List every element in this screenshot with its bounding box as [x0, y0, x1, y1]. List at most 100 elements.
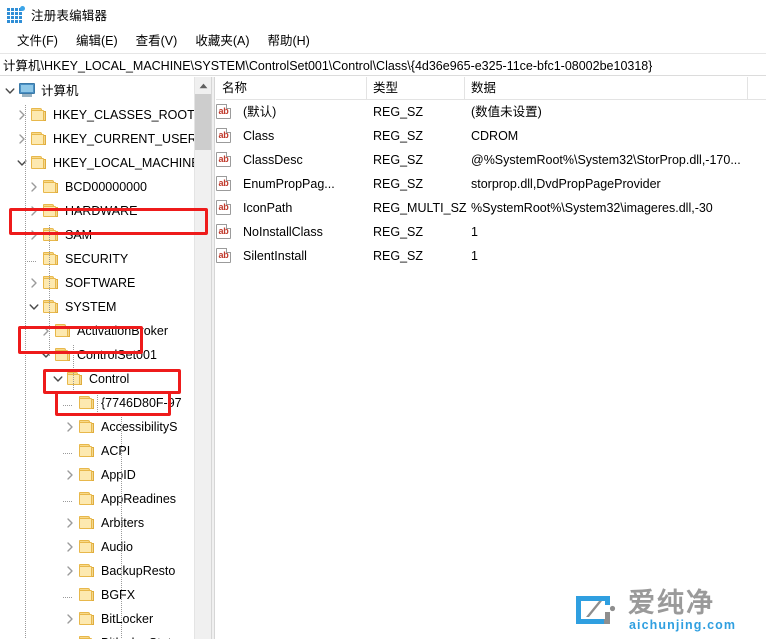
menu-favorites[interactable]: 收藏夹(A)	[186, 28, 258, 52]
folder-icon	[42, 271, 62, 295]
folder-icon	[54, 343, 74, 367]
tree-guide-stub	[63, 597, 73, 598]
registry-path: 计算机\HKEY_LOCAL_MACHINE\SYSTEM\ControlSet…	[3, 59, 653, 73]
chevron-down-icon[interactable]	[38, 343, 54, 367]
folder-icon	[78, 559, 98, 583]
tree-item-label: SAM	[65, 228, 93, 242]
registry-value-row[interactable]: (默认) REG_SZ (数值未设置)	[216, 100, 766, 124]
tree-item-bitlockerstatu[interactable]: BitlockerStatu	[0, 631, 194, 639]
tree-item-bitlocker[interactable]: BitLocker	[0, 607, 194, 631]
tree-item-hkey-current-user[interactable]: HKEY_CURRENT_USER	[0, 127, 197, 151]
tree-item-appid[interactable]: AppID	[0, 463, 194, 487]
chevron-down-icon[interactable]	[14, 151, 30, 175]
folder-icon	[78, 415, 98, 439]
tree-scrollbar-thumb[interactable]	[195, 94, 211, 150]
scroll-up-arrow[interactable]	[195, 77, 211, 94]
registry-value-row[interactable]: EnumPropPag... REG_SZ storprop.dll,DvdProp…	[216, 172, 766, 196]
folder-icon	[30, 103, 50, 127]
pane-splitter[interactable]	[211, 77, 215, 639]
column-header-name[interactable]: 名称	[216, 77, 367, 99]
chevron-right-icon[interactable]	[62, 463, 78, 487]
registry-value-row[interactable]: SilentInstall REG_SZ 1	[216, 244, 766, 268]
tree-item-arbiters[interactable]: Arbiters	[0, 511, 194, 535]
folder-icon	[42, 223, 62, 247]
tree-item-control[interactable]: Control	[0, 367, 194, 391]
registry-tree-pane[interactable]: 计算机 HKEY_CLASSES_ROOT HKEY_CURRENT_USER HKE…	[0, 77, 211, 639]
registry-value-row[interactable]: NoInstallClass REG_SZ 1	[216, 220, 766, 244]
chevron-right-icon[interactable]	[14, 103, 30, 127]
tree-item-software[interactable]: SOFTWARE	[0, 271, 194, 295]
chevron-right-icon[interactable]	[26, 199, 42, 223]
tree-item-controlset001[interactable]: ControlSet001	[0, 343, 194, 367]
menu-help[interactable]: 帮助(H)	[258, 28, 318, 52]
value-type-cell: REG_SZ	[373, 129, 424, 143]
registry-values-list[interactable]: (默认) REG_SZ (数值未设置) Class REG_SZ CDROM ClassDe…	[216, 100, 766, 268]
registry-values-pane[interactable]: 名称 类型 数据 (默认) REG_SZ (数值未设置) Class REG_SZ CDR…	[216, 77, 766, 639]
value-name-cell: NoInstallClass	[243, 225, 323, 239]
menu-view[interactable]: 查看(V)	[127, 28, 187, 52]
chevron-right-icon[interactable]	[26, 175, 42, 199]
column-header-type[interactable]: 类型	[367, 77, 465, 99]
registry-value-row[interactable]: ClassDesc REG_SZ @%SystemRoot%\System32\St…	[216, 148, 766, 172]
folder-icon	[78, 511, 98, 535]
menu-bar: 文件(F) 编辑(E) 查看(V) 收藏夹(A) 帮助(H)	[0, 28, 766, 52]
tree-item-audio[interactable]: Audio	[0, 535, 194, 559]
tree-guide-stub	[63, 453, 73, 454]
title-bar: 注册表编辑器	[0, 0, 766, 28]
address-bar[interactable]: 计算机\HKEY_LOCAL_MACHINE\SYSTEM\ControlSet…	[0, 53, 766, 76]
folder-icon	[78, 391, 98, 415]
chevron-right-icon[interactable]	[14, 127, 30, 151]
tree-item-backupresto[interactable]: BackupResto	[0, 559, 194, 583]
chevron-right-icon[interactable]	[26, 271, 42, 295]
chevron-right-icon[interactable]	[62, 607, 78, 631]
tree-item-label: {7746D80F-97	[101, 396, 182, 410]
value-data-cell: 1	[471, 225, 478, 239]
menu-edit[interactable]: 编辑(E)	[67, 28, 127, 52]
tree-item-[interactable]: 计算机	[0, 79, 194, 103]
menu-file[interactable]: 文件(F)	[8, 28, 67, 52]
tree-item-acpi[interactable]: ACPI	[0, 439, 194, 463]
tree-item-appreadines[interactable]: AppReadines	[0, 487, 194, 511]
value-type-cell: REG_SZ	[373, 153, 424, 167]
tree-item-bgfx[interactable]: BGFX	[0, 583, 194, 607]
tree-item-hkey-local-machine[interactable]: HKEY_LOCAL_MACHINE	[0, 151, 200, 175]
column-header-data[interactable]: 数据	[465, 77, 748, 99]
registry-tree[interactable]: 计算机 HKEY_CLASSES_ROOT HKEY_CURRENT_USER HKE…	[0, 79, 200, 639]
tree-item-label: ActivationBroker	[77, 324, 169, 338]
tree-item-activationbroker[interactable]: ActivationBroker	[0, 319, 194, 343]
registry-value-row[interactable]: IconPath REG_MULTI_SZ %SystemRoot%\System3…	[216, 196, 766, 220]
tree-item-system[interactable]: SYSTEM	[0, 295, 194, 319]
registry-editor-window: 注册表编辑器 文件(F) 编辑(E) 查看(V) 收藏夹(A) 帮助(H) 计算…	[0, 0, 766, 639]
folder-icon	[78, 607, 98, 631]
folder-icon	[30, 151, 50, 175]
chevron-right-icon[interactable]	[62, 535, 78, 559]
tree-guide-line	[49, 225, 50, 357]
chevron-right-icon[interactable]	[62, 415, 78, 439]
registry-value-row[interactable]: Class REG_SZ CDROM	[216, 124, 766, 148]
folder-icon	[42, 247, 62, 271]
tree-item-accessibilitys[interactable]: AccessibilityS	[0, 415, 194, 439]
chevron-right-icon[interactable]	[62, 511, 78, 535]
chevron-right-icon[interactable]	[38, 319, 54, 343]
tree-scrollbar[interactable]	[194, 77, 211, 639]
folder-icon	[66, 367, 86, 391]
tree-item-hkey-classes-root[interactable]: HKEY_CLASSES_ROOT	[0, 103, 195, 127]
tree-item-security[interactable]: SECURITY	[0, 247, 194, 271]
chevron-down-icon[interactable]	[50, 367, 66, 391]
tree-item-sam[interactable]: SAM	[0, 223, 194, 247]
chevron-right-icon[interactable]	[62, 559, 78, 583]
list-column-headers: 名称 类型 数据	[216, 77, 766, 100]
value-data-cell: 1	[471, 249, 478, 263]
chevron-down-icon[interactable]	[2, 79, 18, 103]
chevron-down-icon[interactable]	[26, 295, 42, 319]
value-type-cell: REG_SZ	[373, 177, 424, 191]
chevron-right-icon[interactable]	[26, 223, 42, 247]
value-name-cell: ClassDesc	[243, 153, 303, 167]
tree-item-bcd00000000[interactable]: BCD00000000	[0, 175, 194, 199]
tree-guide-stub	[63, 501, 73, 502]
value-type-cell: REG_SZ	[373, 105, 424, 119]
tree-item-label: HKEY_LOCAL_MACHINE	[53, 156, 200, 170]
tree-item-label: BitLocker	[101, 612, 154, 626]
tree-item-hardware[interactable]: HARDWARE	[0, 199, 194, 223]
